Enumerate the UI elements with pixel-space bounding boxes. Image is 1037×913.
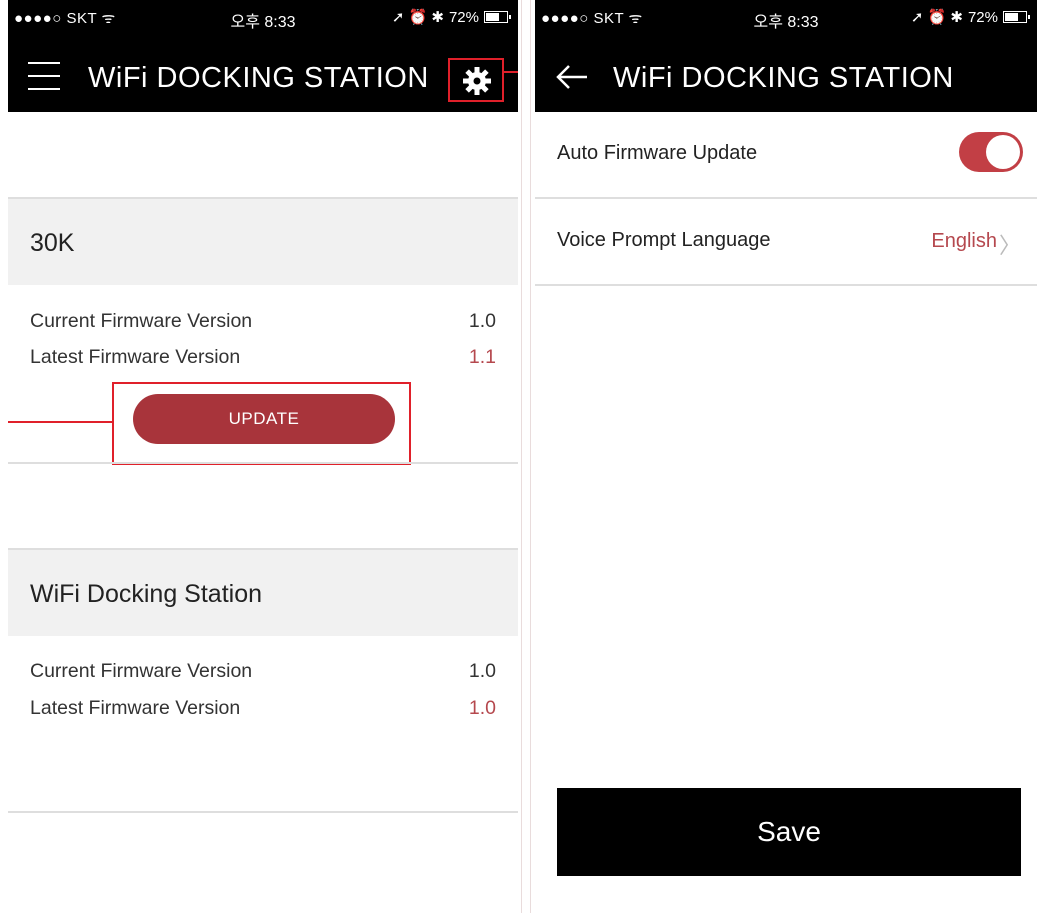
latest-version-value: 1.0 bbox=[468, 697, 496, 719]
screen-divider bbox=[521, 0, 522, 913]
status-glyphs: ➚ ⏰ ✱ bbox=[391, 9, 444, 26]
screen-divider bbox=[530, 0, 531, 913]
battery-percent: 72% bbox=[967, 8, 998, 26]
current-version-label: Current Firmware Version bbox=[30, 310, 253, 332]
carrier-label: ●●●●○ SKT ᯤ bbox=[541, 10, 643, 27]
battery-fill bbox=[486, 13, 499, 21]
carrier-label: ●●●●○ SKT ᯤ bbox=[14, 10, 116, 27]
update-callout-line bbox=[8, 421, 112, 423]
auto-update-row: Auto Firmware Update bbox=[535, 112, 1037, 198]
back-arrow-icon[interactable] bbox=[555, 62, 589, 92]
firmware-screen: ●●●●○ SKT ᯤ 오후 8:33 ➚ ⏰ ✱ 72% WiFi DOCKI… bbox=[8, 0, 518, 913]
battery-icon bbox=[484, 11, 511, 23]
divider bbox=[535, 284, 1037, 286]
section-header-30k: 30K bbox=[8, 199, 518, 285]
status-icons: ➚ ⏰ ✱ 72% bbox=[910, 8, 1030, 26]
settings-callout-line bbox=[504, 71, 518, 73]
page-title: WiFi DOCKING STATION bbox=[88, 62, 429, 94]
current-version-label: Current Firmware Version bbox=[30, 660, 253, 682]
section-title: WiFi Docking Station bbox=[30, 580, 263, 608]
divider bbox=[8, 811, 518, 813]
update-highlight-box bbox=[112, 382, 411, 465]
page-title: WiFi DOCKING STATION bbox=[613, 62, 954, 94]
divider bbox=[8, 462, 518, 464]
current-version-value: 1.0 bbox=[468, 660, 496, 682]
voice-language-label: Voice Prompt Language bbox=[557, 229, 771, 251]
battery-percent: 72% bbox=[448, 8, 479, 26]
hamburger-menu-icon[interactable] bbox=[28, 58, 60, 94]
battery-icon bbox=[1003, 11, 1030, 23]
voice-language-value: English bbox=[931, 230, 997, 252]
auto-update-label: Auto Firmware Update bbox=[557, 142, 758, 164]
auto-update-toggle[interactable] bbox=[959, 132, 1023, 172]
chevron-right-icon: 〉 bbox=[998, 233, 1021, 258]
battery-fill bbox=[1005, 13, 1018, 21]
latest-version-value: 1.1 bbox=[468, 346, 496, 368]
status-bar: ●●●●○ SKT ᯤ 오후 8:33 ➚ ⏰ ✱ 72% bbox=[535, 0, 1037, 32]
current-version-value: 1.0 bbox=[468, 310, 496, 332]
status-icons: ➚ ⏰ ✱ 72% bbox=[391, 8, 511, 26]
save-button[interactable]: Save bbox=[557, 788, 1021, 876]
app-bar: WiFi DOCKING STATION bbox=[535, 32, 1037, 112]
voice-language-row[interactable]: Voice Prompt Language English 〉 bbox=[535, 199, 1037, 285]
status-bar: ●●●●○ SKT ᯤ 오후 8:33 ➚ ⏰ ✱ 72% bbox=[8, 0, 518, 32]
clock: 오후 8:33 bbox=[230, 14, 296, 31]
status-glyphs: ➚ ⏰ ✱ bbox=[910, 9, 963, 26]
settings-button[interactable] bbox=[448, 58, 504, 102]
app-bar: WiFi DOCKING STATION bbox=[8, 32, 518, 112]
latest-version-label: Latest Firmware Version bbox=[30, 697, 241, 719]
section-header-docking: WiFi Docking Station bbox=[8, 550, 518, 636]
toggle-knob bbox=[986, 135, 1020, 169]
clock: 오후 8:33 bbox=[753, 14, 819, 31]
gear-icon bbox=[463, 67, 491, 95]
latest-version-label: Latest Firmware Version bbox=[30, 346, 241, 368]
settings-screen: ●●●●○ SKT ᯤ 오후 8:33 ➚ ⏰ ✱ 72% WiFi DOCKI… bbox=[535, 0, 1037, 913]
section-title: 30K bbox=[30, 229, 75, 257]
